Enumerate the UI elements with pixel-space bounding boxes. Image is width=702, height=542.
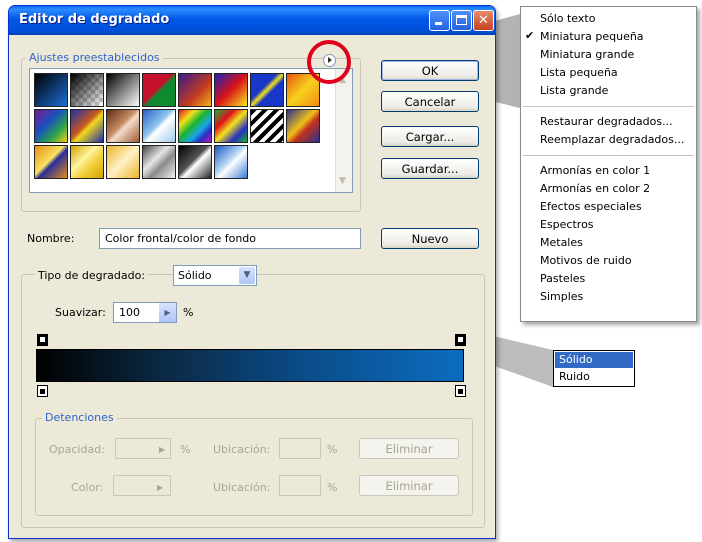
preset-swatch[interactable] bbox=[142, 145, 176, 179]
menu-item-small-list[interactable]: Lista pequeña bbox=[540, 64, 618, 82]
load-button[interactable]: Cargar... bbox=[381, 126, 479, 147]
highlight-ring bbox=[307, 40, 351, 84]
presets-scrollbar[interactable]: ▲ ▼ bbox=[335, 69, 352, 192]
preset-swatch[interactable] bbox=[250, 109, 284, 143]
preset-swatch[interactable] bbox=[178, 109, 212, 143]
menu-item-special-effects[interactable]: Efectos especiales bbox=[540, 198, 642, 216]
maximize-icon bbox=[456, 15, 467, 25]
menu-item-color-harmonies-2[interactable]: Armonías en color 2 bbox=[540, 180, 650, 198]
delete-color-stop-button[interactable]: Eliminar bbox=[359, 475, 459, 496]
opacity-stepper-icon[interactable]: ▶ bbox=[159, 443, 165, 457]
gradient-preview-bar[interactable] bbox=[36, 349, 464, 382]
opacity-unit: % bbox=[180, 443, 191, 456]
menu-item-metals[interactable]: Metales bbox=[540, 234, 583, 252]
menu-item-large-thumbnail[interactable]: Miniatura grande bbox=[540, 46, 634, 64]
check-icon: ✔ bbox=[525, 29, 535, 42]
menu-item-replace-gradients[interactable]: Reemplazar degradados... bbox=[540, 131, 684, 149]
name-label: Nombre: bbox=[27, 232, 75, 245]
preset-swatch[interactable] bbox=[34, 73, 68, 107]
smooth-stepper-icon[interactable]: ▶ bbox=[159, 303, 176, 322]
gradient-type-select[interactable]: Sólido ▼ bbox=[173, 265, 257, 286]
smooth-unit: % bbox=[183, 306, 194, 319]
smooth-value: 100 bbox=[119, 306, 140, 319]
opacity-stop-left[interactable] bbox=[37, 334, 48, 346]
ok-button[interactable]: OK bbox=[381, 60, 479, 81]
gradient-type-value: Sólido bbox=[178, 269, 212, 282]
new-button[interactable]: Nuevo bbox=[381, 228, 479, 249]
preset-swatch[interactable] bbox=[34, 109, 68, 143]
gradient-type-label: Tipo de degradado: bbox=[35, 269, 149, 283]
menu-item-reset-gradients[interactable]: Restaurar degradados... bbox=[540, 113, 673, 131]
menu-item-large-list[interactable]: Lista grande bbox=[540, 82, 608, 100]
option-solid[interactable]: Sólido bbox=[555, 352, 633, 368]
smooth-label: Suavizar: bbox=[55, 306, 106, 319]
color-label: Color: bbox=[71, 481, 104, 494]
stops-label: Detenciones bbox=[42, 411, 117, 424]
opacity-label: Opacidad: bbox=[49, 443, 105, 456]
menu-item-spectrums[interactable]: Espectros bbox=[540, 216, 594, 234]
preset-swatch[interactable] bbox=[178, 73, 212, 107]
menu-item-text-only[interactable]: Sólo texto bbox=[540, 10, 595, 28]
menu-item-small-thumbnail[interactable]: Miniatura pequeña bbox=[540, 28, 644, 46]
preset-swatch[interactable] bbox=[106, 109, 140, 143]
chevron-down-icon: ▼ bbox=[239, 267, 255, 284]
menu-item-simple[interactable]: Simples bbox=[540, 288, 583, 306]
presets-panel[interactable]: ▲ ▼ bbox=[29, 68, 353, 193]
presets-label: Ajustes preestablecidos bbox=[26, 51, 163, 64]
menu-item-color-harmonies-1[interactable]: Armonías en color 1 bbox=[540, 162, 650, 180]
preset-swatch[interactable] bbox=[214, 73, 248, 107]
preset-swatch[interactable] bbox=[178, 145, 212, 179]
color-menu-icon[interactable]: ▶ bbox=[157, 481, 163, 495]
save-button[interactable]: Guardar... bbox=[381, 158, 479, 179]
preset-swatch[interactable] bbox=[106, 145, 140, 179]
color-stop-right[interactable] bbox=[455, 385, 466, 397]
preset-swatch[interactable] bbox=[214, 109, 248, 143]
preset-swatch[interactable] bbox=[214, 145, 248, 179]
menu-separator bbox=[523, 106, 694, 107]
preset-swatch[interactable] bbox=[250, 73, 284, 107]
close-button[interactable]: ✕ bbox=[473, 10, 494, 31]
opacity-location-input[interactable] bbox=[279, 438, 321, 459]
preset-swatch[interactable] bbox=[142, 73, 176, 107]
preset-swatch[interactable] bbox=[106, 73, 140, 107]
opacity-location-label: Ubicación: bbox=[213, 443, 271, 456]
delete-opacity-stop-button[interactable]: Eliminar bbox=[359, 438, 459, 459]
title-bar: Editor de degradado ✕ bbox=[9, 6, 495, 35]
menu-item-noise-samples[interactable]: Motivos de ruido bbox=[540, 252, 632, 270]
color-stop-left[interactable] bbox=[37, 385, 48, 397]
cancel-button[interactable]: Cancelar bbox=[381, 91, 479, 112]
preset-swatch[interactable] bbox=[286, 109, 320, 143]
gradient-type-list: Sólido Ruido bbox=[553, 350, 635, 387]
color-location-input[interactable] bbox=[279, 475, 321, 496]
preset-swatch[interactable] bbox=[70, 73, 104, 107]
menu-item-pastels[interactable]: Pasteles bbox=[540, 270, 585, 288]
stops-group bbox=[35, 418, 473, 516]
menu-separator bbox=[523, 155, 694, 156]
preset-swatch[interactable] bbox=[34, 145, 68, 179]
option-noise[interactable]: Ruido bbox=[555, 369, 633, 385]
minimize-icon bbox=[435, 22, 442, 25]
opacity-location-unit: % bbox=[327, 443, 338, 456]
opacity-stop-right[interactable] bbox=[455, 334, 466, 346]
scroll-down-icon[interactable]: ▼ bbox=[339, 176, 346, 186]
color-location-unit: % bbox=[327, 481, 338, 494]
close-icon: ✕ bbox=[478, 13, 489, 28]
preset-swatch[interactable] bbox=[70, 109, 104, 143]
dialog-title: Editor de degradado bbox=[19, 12, 170, 27]
minimize-button[interactable] bbox=[429, 10, 450, 31]
color-location-label: Ubicación: bbox=[213, 481, 271, 494]
preset-swatch[interactable] bbox=[142, 109, 176, 143]
presets-context-menu: Sólo texto ✔ Miniatura pequeña Miniatura… bbox=[520, 6, 697, 322]
name-input[interactable]: Color frontal/color de fondo bbox=[99, 228, 361, 249]
preset-swatch[interactable] bbox=[70, 145, 104, 179]
maximize-button[interactable] bbox=[451, 10, 472, 31]
